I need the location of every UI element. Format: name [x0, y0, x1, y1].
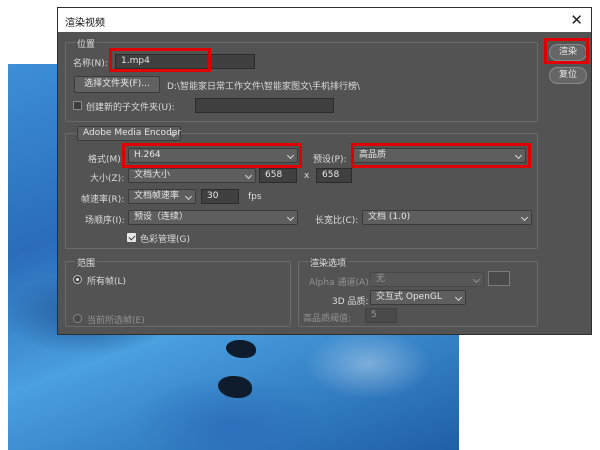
- chevron-down-icon: [244, 171, 253, 180]
- create-subfolder-checkbox[interactable]: [73, 101, 82, 110]
- title-bar: 渲染视频 ✕: [58, 8, 591, 32]
- alpha-label: Alpha 通道(A):: [309, 278, 372, 288]
- chevron-down-icon: [472, 275, 481, 284]
- file-name-input[interactable]: 1.mp4: [115, 54, 255, 69]
- format-value: H.264: [134, 150, 161, 160]
- aspect-value: 文档 (1.0): [368, 212, 411, 222]
- by-separator: x: [304, 171, 310, 181]
- render-options-group-title: 渲染选项: [308, 256, 349, 269]
- current-frame-radio[interactable]: [73, 314, 82, 323]
- chevron-down-icon: [514, 151, 523, 160]
- quality-3d-select[interactable]: 交互式 OpenGL: [370, 290, 466, 305]
- format-select[interactable]: H.264: [128, 148, 298, 163]
- close-icon[interactable]: ✕: [570, 11, 583, 29]
- alpha-select[interactable]: 无: [370, 272, 484, 287]
- dialog-title: 渲染视频: [65, 18, 105, 29]
- encoder-engine-value: Adobe Media Encoder: [83, 128, 182, 138]
- chevron-down-icon: [184, 192, 193, 201]
- size-value: 文档大小: [134, 170, 171, 180]
- render-video-dialog: 渲染视频 ✕ 位置 名称(N): 1.mp4 选择文件夹(F)... D:\智能…: [57, 7, 592, 335]
- color-manage-checkbox[interactable]: [127, 233, 136, 242]
- all-frames-label: 所有帧(L): [87, 277, 127, 287]
- all-frames-radio[interactable]: [73, 275, 82, 284]
- subfolder-input[interactable]: [195, 98, 334, 113]
- reset-button[interactable]: 复位: [549, 67, 587, 84]
- preset-value: 高品质: [359, 150, 387, 160]
- dark-blot: [226, 340, 256, 358]
- fps-input[interactable]: 30: [201, 189, 239, 204]
- dark-blot: [218, 376, 252, 398]
- quality-3d-value: 交互式 OpenGL: [376, 292, 442, 302]
- preset-select[interactable]: 高品质: [353, 148, 526, 163]
- current-frame-label: 当前所选帧(E): [87, 316, 145, 326]
- frame-rate-label: 帧速率(R):: [81, 195, 125, 205]
- fps-unit: fps: [248, 192, 262, 202]
- preset-label: 预设(P):: [313, 155, 347, 165]
- range-group-title: 范围: [75, 256, 98, 269]
- chevron-down-icon: [286, 213, 295, 222]
- format-label: 格式(M):: [88, 155, 124, 165]
- size-label: 大小(Z):: [90, 174, 125, 184]
- hq-threshold-stepper[interactable]: 5: [365, 308, 397, 323]
- height-input[interactable]: 658: [316, 168, 352, 183]
- name-label: 名称(N):: [73, 59, 108, 69]
- hq-threshold-value: 5: [371, 310, 377, 320]
- aspect-label: 长宽比(C):: [315, 216, 359, 226]
- hq-threshold-label: 高品质阈值:: [303, 314, 352, 324]
- frame-rate-value: 文档帧速率: [134, 191, 180, 201]
- chevron-down-icon: [454, 293, 463, 302]
- choose-folder-button[interactable]: 选择文件夹(F)...: [74, 76, 160, 93]
- field-order-value: 预设（连续）: [134, 212, 189, 222]
- field-order-label: 场顺序(I):: [85, 216, 125, 226]
- size-select[interactable]: 文档大小: [128, 168, 256, 183]
- folder-path: D:\智能家日常工作文件\智能家图文\手机排行榜\: [167, 82, 361, 92]
- alpha-color-swatch[interactable]: [488, 271, 510, 286]
- location-group-title: 位置: [75, 37, 98, 50]
- quality-3d-label: 3D 品质:: [332, 297, 369, 307]
- aspect-select[interactable]: 文档 (1.0): [362, 210, 532, 225]
- create-subfolder-label: 创建新的子文件夹(U):: [86, 103, 175, 113]
- encoder-engine-select[interactable]: Adobe Media Encoder: [77, 126, 181, 141]
- chevron-down-icon: [520, 213, 529, 222]
- field-order-select[interactable]: 预设（连续）: [128, 210, 298, 225]
- frame-rate-select[interactable]: 文档帧速率: [128, 189, 196, 204]
- alpha-value: 无: [376, 274, 386, 284]
- width-input[interactable]: 658: [259, 168, 297, 183]
- color-manage-label: 色彩管理(G): [140, 235, 190, 245]
- render-button[interactable]: 渲染: [549, 44, 587, 61]
- chevron-down-icon: [286, 151, 295, 160]
